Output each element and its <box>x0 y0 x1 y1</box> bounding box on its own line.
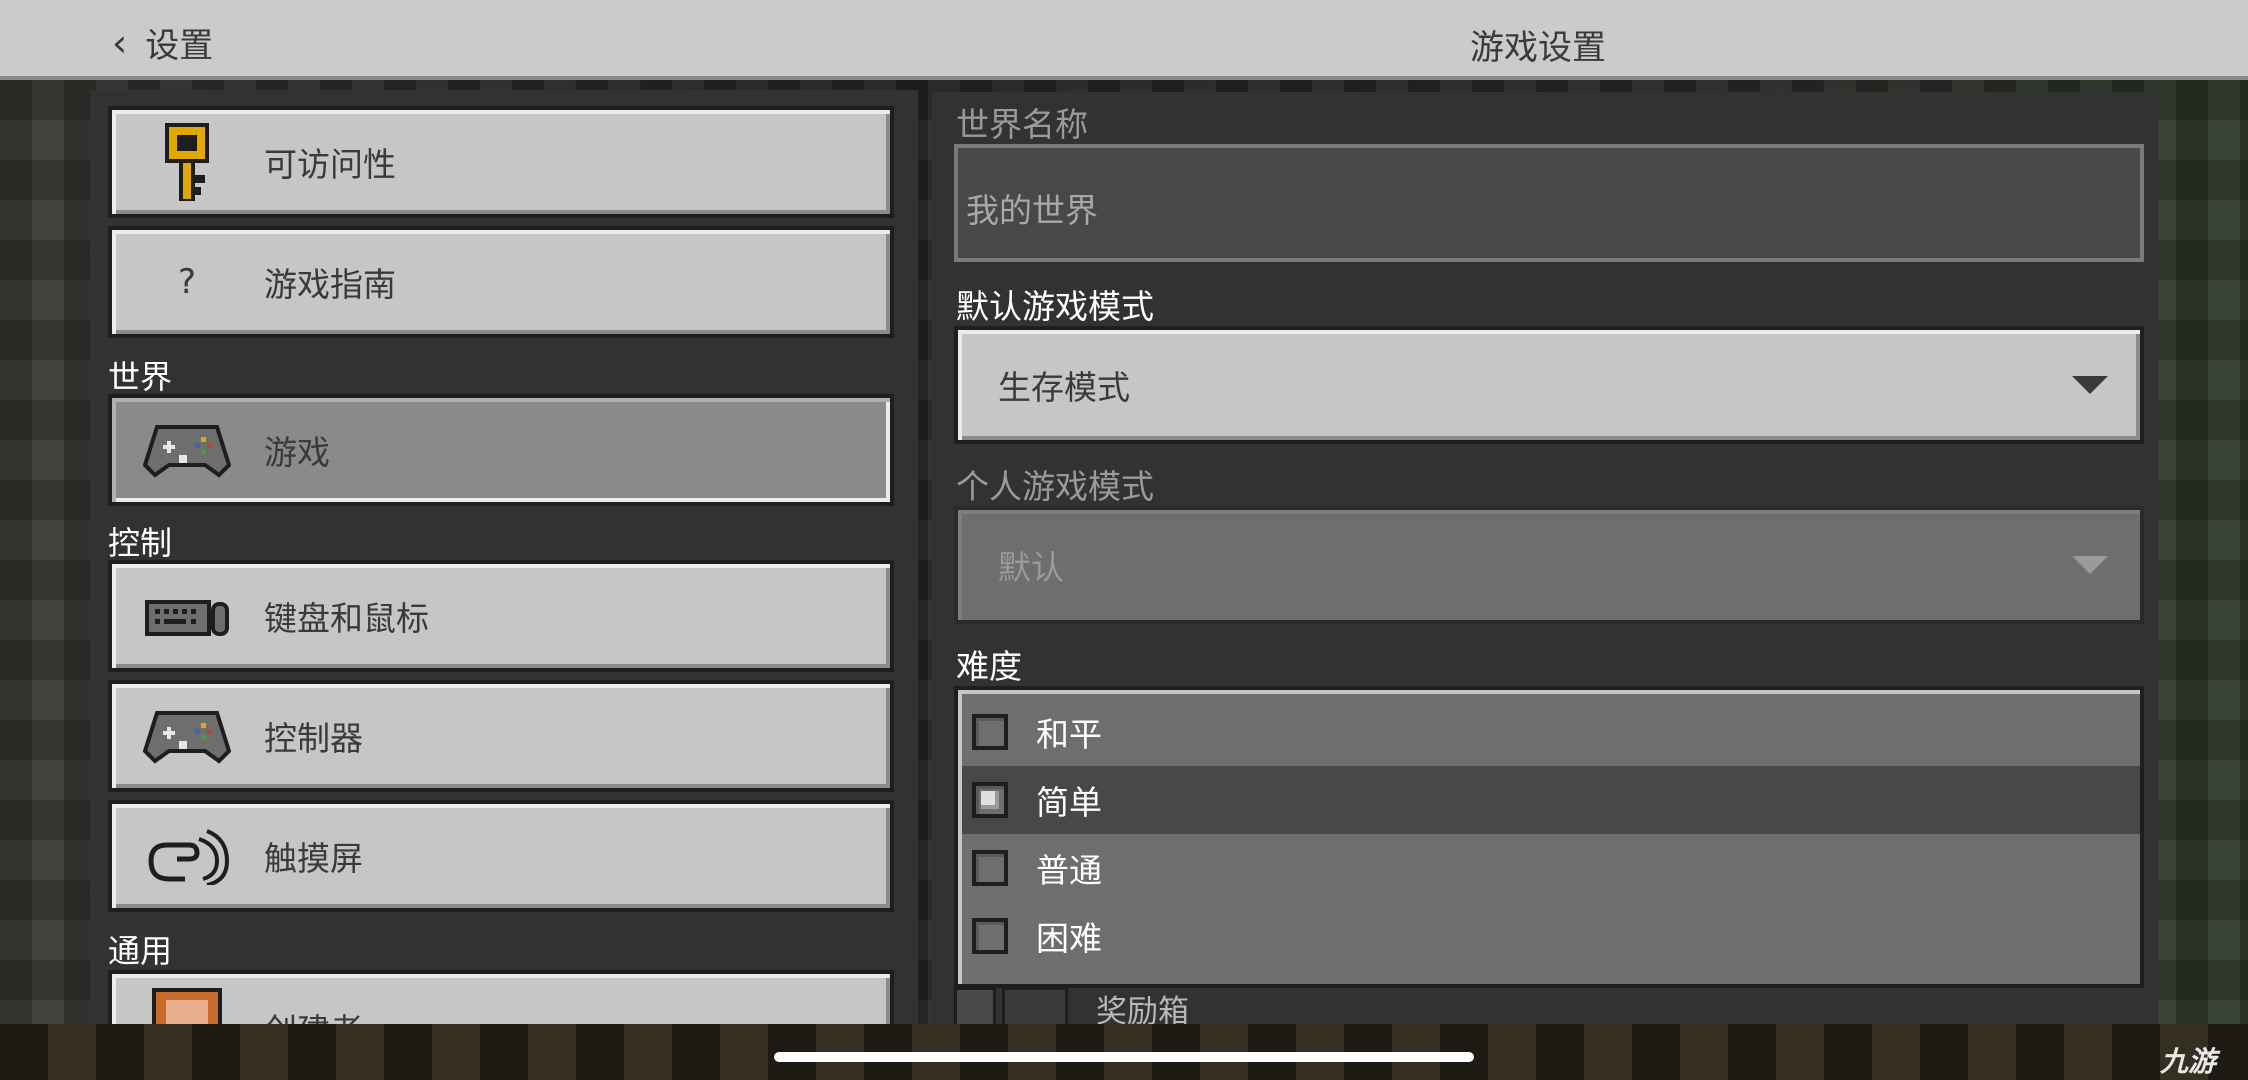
sidebar-item-creator[interactable]: 创建者 <box>108 970 894 1024</box>
section-world: 世界 <box>108 358 173 396</box>
settings-sidebar: 可访问性 ? 游戏指南 世界 游戏 控制 键盘和鼠标 控制器 触摸屏 通用 <box>90 90 918 1024</box>
radio-box-checked <box>972 782 1008 818</box>
difficulty-option-label: 简单 <box>1036 783 1102 822</box>
radio-box <box>972 918 1008 954</box>
sidebar-item-touch[interactable]: 触摸屏 <box>108 800 894 912</box>
back-button[interactable]: ‹ 设置 <box>112 18 213 67</box>
sidebar-item-game[interactable]: 游戏 <box>108 394 894 506</box>
difficulty-option-normal[interactable]: 普通 <box>962 834 2140 902</box>
difficulty-option-label: 普通 <box>1036 851 1102 890</box>
sidebar-item-keyboard-mouse[interactable]: 键盘和鼠标 <box>108 560 894 672</box>
game-settings-panel: 世界名称 我的世界 默认游戏模式 生存模式 个人游戏模式 默认 难度 和平 简单… <box>932 92 2158 1024</box>
home-indicator[interactable] <box>774 1052 1474 1062</box>
world-name-field[interactable]: 我的世界 <box>954 144 2144 262</box>
chevron-left-icon: ‹ <box>112 20 128 65</box>
personal-game-mode-value: 默认 <box>998 548 1064 587</box>
page-title: 游戏设置 <box>1470 28 1606 68</box>
difficulty-options: 和平 简单 普通 困难 <box>954 686 2144 988</box>
difficulty-option-easy[interactable]: 简单 <box>962 766 2140 834</box>
sidebar-item-label: 游戏 <box>264 433 330 472</box>
creator-icon <box>132 988 242 1024</box>
key-icon <box>132 121 242 203</box>
personal-game-mode-label: 个人游戏模式 <box>956 467 1154 506</box>
back-label: 设置 <box>145 26 214 66</box>
toggle-track <box>954 987 996 1024</box>
sidebar-item-label: 键盘和鼠标 <box>264 599 429 638</box>
default-game-mode-dropdown[interactable]: 生存模式 <box>954 326 2144 444</box>
toggle-knob <box>1002 987 1068 1024</box>
world-name-label: 世界名称 <box>956 105 1088 144</box>
sidebar-item-label: 可访问性 <box>264 145 396 184</box>
controller-icon <box>132 421 242 479</box>
radio-box <box>972 850 1008 886</box>
default-game-mode-value: 生存模式 <box>998 368 1130 407</box>
sidebar-item-label: 控制器 <box>264 719 363 758</box>
sidebar-item-accessibility[interactable]: 可访问性 <box>108 106 894 218</box>
difficulty-option-peaceful[interactable]: 和平 <box>962 698 2140 766</box>
chevron-down-icon <box>2072 376 2108 394</box>
watermark: 九游 <box>2160 1045 2217 1078</box>
controller-icon <box>132 707 242 765</box>
bonus-chest-label: 奖励箱 <box>1096 993 1189 1025</box>
sidebar-item-label: 创建者 <box>264 1004 363 1024</box>
keyboard-mouse-icon <box>132 594 242 638</box>
sidebar-item-label: 游戏指南 <box>264 265 396 304</box>
bonus-chest-toggle-row[interactable]: 奖励箱 <box>954 987 2144 1025</box>
sidebar-item-how-to-play[interactable]: ? 游戏指南 <box>108 226 894 338</box>
difficulty-option-label: 和平 <box>1036 715 1102 754</box>
difficulty-option-label: 困难 <box>1036 919 1102 958</box>
touch-icon <box>132 827 242 885</box>
section-controls: 控制 <box>108 524 173 562</box>
question-icon: ? <box>177 262 197 302</box>
top-bar: ‹ 设置 游戏设置 <box>0 0 2248 80</box>
sidebar-item-controller[interactable]: 控制器 <box>108 680 894 792</box>
radio-box <box>972 714 1008 750</box>
sidebar-item-label: 触摸屏 <box>264 839 363 878</box>
difficulty-option-hard[interactable]: 困难 <box>962 902 2140 970</box>
difficulty-label: 难度 <box>956 647 1022 686</box>
chevron-down-icon <box>2072 556 2108 574</box>
default-game-mode-label: 默认游戏模式 <box>956 287 1154 326</box>
personal-game-mode-dropdown[interactable]: 默认 <box>954 506 2144 624</box>
section-general: 通用 <box>108 932 173 970</box>
